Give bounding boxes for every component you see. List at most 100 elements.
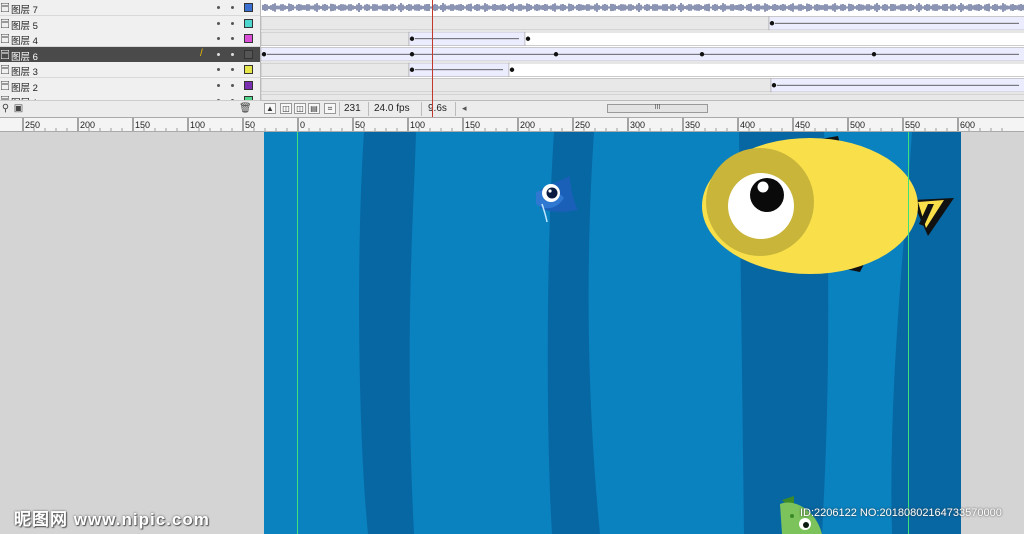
layer-outline-color[interactable] [244, 18, 253, 28]
frame-span [508, 62, 1024, 77]
frame-rate: 24.0 fps [374, 103, 410, 114]
layer-name: 图层 7 [11, 5, 38, 16]
keyframe [509, 67, 515, 72]
visibility-toggle[interactable] [217, 68, 220, 71]
keyframe [769, 21, 775, 26]
layer-name: 图层 2 [11, 82, 38, 94]
divider [455, 102, 456, 116]
layer-tools-bar: ⚲ ▣ 🗑 [0, 100, 260, 117]
scroll-left-icon[interactable]: ◂ [462, 103, 467, 114]
layer-outline-color[interactable] [244, 34, 253, 43]
divider [339, 102, 340, 116]
ruler-label: 100 [410, 120, 425, 130]
frame-span [524, 31, 1024, 46]
stage-area[interactable] [0, 132, 1024, 534]
ruler-label: 450 [795, 120, 810, 130]
playhead[interactable] [432, 0, 433, 117]
new-layer-icon[interactable]: ⚲ [0, 103, 11, 114]
ruler-label: 50 [245, 120, 255, 130]
stage-canvas[interactable] [264, 132, 961, 534]
add-folder-icon[interactable]: ▣ [13, 103, 24, 114]
layer-row[interactable]: 图层 2 [0, 77, 260, 94]
horizontal-ruler: 250 200 150 100 50 0 50 100 150 200 250 300 350 400 45… [0, 117, 1024, 132]
trash-icon[interactable]: 🗑 [239, 103, 252, 114]
layer-type-icon [0, 18, 10, 28]
ruler-label: 500 [850, 120, 865, 130]
keyframe [699, 52, 705, 57]
ruler-label: 300 [630, 120, 645, 130]
layer-row[interactable]: 图层 4 [0, 31, 260, 47]
ruler-label: 600 [960, 120, 975, 130]
lock-toggle[interactable] [231, 52, 234, 56]
layer-outline-color[interactable] [244, 49, 253, 59]
ruler-label: 100 [190, 120, 205, 130]
watermark-site: 昵图网 www.nipic.com [14, 510, 210, 529]
pencil-icon: / [200, 47, 203, 59]
layer-type-icon [0, 49, 10, 59]
lock-toggle[interactable] [231, 68, 234, 71]
ruler-label: 250 [25, 120, 40, 130]
layer-type-icon [0, 64, 10, 75]
layer-name: 图层 4 [11, 36, 38, 47]
layer-row[interactable]: 图层 7 [0, 0, 260, 16]
ruler-label: 350 [685, 120, 700, 130]
keyframe [409, 67, 415, 72]
layer-name: 图层 6 [11, 51, 38, 63]
layer-row[interactable]: 图层 5 [0, 15, 260, 32]
divider [368, 102, 369, 116]
edit-multiple-frames-icon[interactable]: ▤ [308, 103, 320, 114]
seaweed-stripe [359, 132, 416, 534]
green-guide[interactable] [908, 132, 909, 534]
layer-type-icon [0, 2, 10, 13]
scene [359, 132, 961, 534]
layer-name: 图层 5 [11, 20, 38, 32]
layer-outline-color[interactable] [244, 65, 253, 74]
ruler-ticks: 250 200 150 100 50 0 50 100 150 200 250 300 350 400 45… [22, 118, 1003, 131]
lock-toggle[interactable] [231, 6, 234, 9]
ruler-label: 0 [300, 120, 305, 130]
frame-span [261, 31, 410, 46]
layer-type-icon [0, 33, 10, 44]
elapsed-time: 9.6s [428, 103, 447, 114]
ruler-label: 400 [740, 120, 755, 130]
keyframe [771, 83, 777, 88]
keyframe [261, 52, 267, 57]
keyframe [871, 52, 877, 57]
watermark-id: ID:2206122 NO:20180802164733570000 [800, 507, 1002, 519]
frame-span [261, 78, 772, 93]
timeline-scrollbar-thumb[interactable]: III [607, 104, 708, 113]
ruler-label: 50 [355, 120, 365, 130]
layer-outline-color[interactable] [244, 3, 253, 12]
layer-row[interactable]: 图层 3 [0, 62, 260, 78]
lock-toggle[interactable] [231, 37, 234, 40]
visibility-toggle[interactable] [217, 83, 220, 87]
layer-outline-color[interactable] [244, 80, 253, 90]
timeline-status-bar: ▲ ◫ ◫ ▤ ⌗ 231 24.0 fps 9.6s ◂ III [260, 100, 1024, 117]
frame-span [261, 62, 410, 77]
lock-toggle[interactable] [231, 83, 234, 87]
divider [421, 102, 422, 116]
keyframe [409, 36, 415, 41]
keyframe [525, 36, 531, 41]
onion-outline-icon[interactable]: ◫ [294, 103, 306, 114]
timeline-frames[interactable] [260, 0, 1024, 100]
visibility-toggle[interactable] [217, 52, 220, 56]
modify-markers-icon[interactable]: ⌗ [324, 103, 336, 114]
layer-type-icon [0, 80, 10, 90]
ruler-label: 150 [135, 120, 150, 130]
frame-span [261, 16, 770, 31]
keyframe [553, 52, 559, 57]
ruler-label: 200 [80, 120, 95, 130]
current-frame: 231 [344, 103, 361, 114]
visibility-toggle[interactable] [217, 21, 220, 25]
frame-tracks [261, 3, 1024, 100]
onion-skin-icon[interactable]: ◫ [280, 103, 292, 114]
layer-row[interactable]: 图层 6 / [0, 46, 260, 63]
keyframe [409, 52, 415, 57]
lock-toggle[interactable] [231, 21, 234, 25]
visibility-toggle[interactable] [217, 37, 220, 40]
green-guide[interactable] [297, 132, 298, 534]
layer-name: 图层 3 [11, 67, 38, 78]
visibility-toggle[interactable] [217, 6, 220, 9]
center-frame-icon[interactable]: ▲ [264, 103, 276, 114]
